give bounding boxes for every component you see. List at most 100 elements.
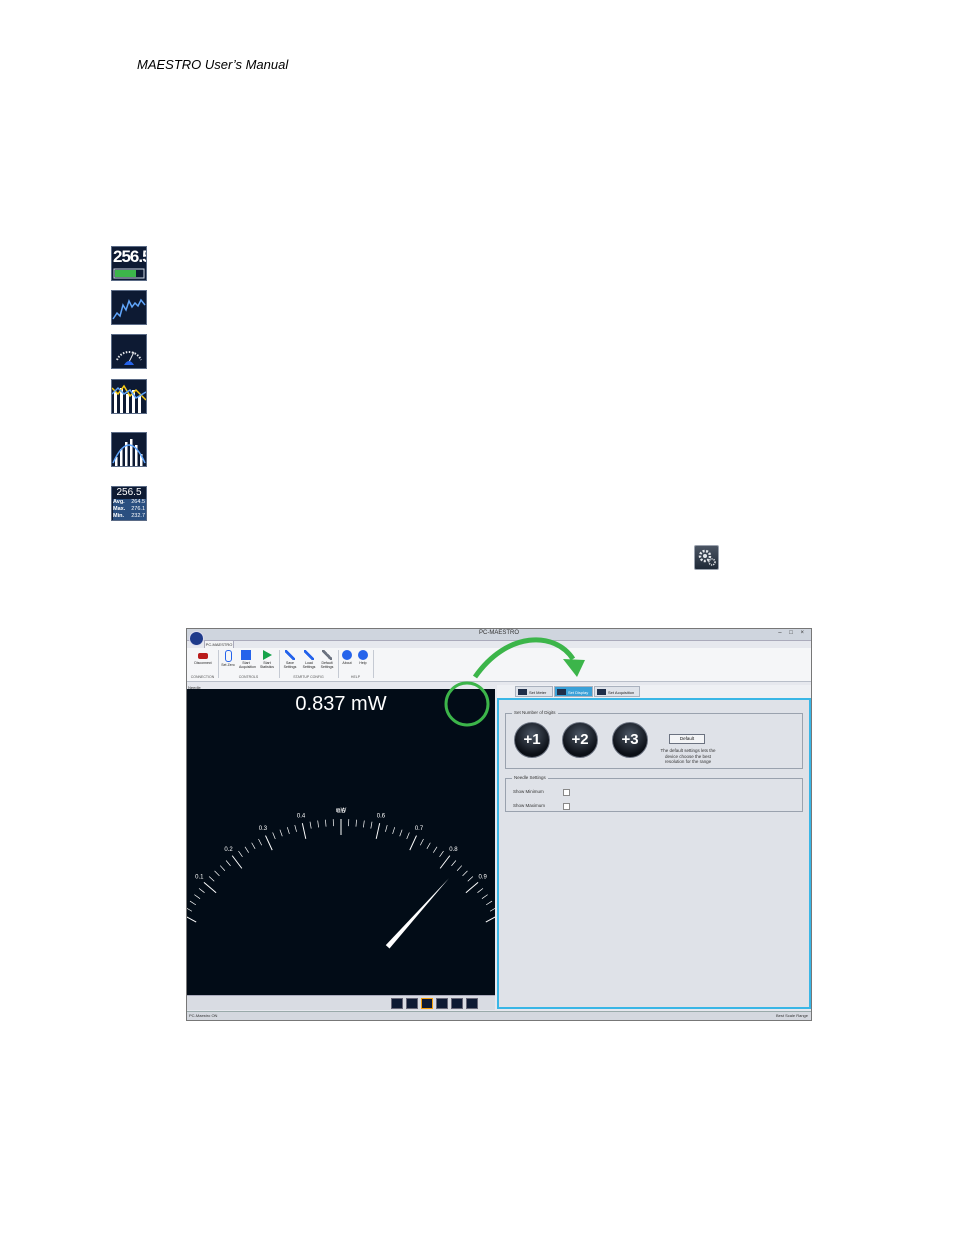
statistics-mode-button[interactable]	[466, 998, 478, 1009]
needle-mode-button[interactable]	[421, 998, 433, 1009]
acquisition-icon	[241, 650, 251, 660]
load-settings-button[interactable]: Load Settings	[302, 650, 316, 669]
add-three-digits-button[interactable]: +3	[612, 722, 648, 758]
gauge-tick-marks	[187, 819, 495, 923]
settings-gear-icon	[694, 545, 719, 570]
wrench-icon	[304, 650, 314, 660]
distribution-icon	[111, 432, 147, 467]
gauge-tick	[462, 870, 468, 877]
tab-set-acquisition[interactable]: Set Acquisition	[594, 686, 640, 697]
needle-settings-group: Needle Settings Show Minimum Show Maximu…	[505, 775, 803, 812]
gauge-tick	[225, 860, 231, 867]
set-zero-button[interactable]: Set Zero	[221, 650, 235, 667]
gauge-tick	[477, 888, 484, 893]
power-reading: 0.837 mW	[295, 693, 387, 715]
gauge-unit-label: mW	[336, 808, 347, 814]
gauge-tick	[203, 881, 217, 894]
gauge-tick-label: 0.7	[415, 826, 424, 832]
pc-maestro-window: PC-MAESTRO – □ × PC-MAESTRO Disconnect S…	[186, 628, 812, 1021]
gauge-tick	[189, 900, 197, 906]
show-maximum-checkbox[interactable]	[563, 803, 570, 810]
gauge-tick	[456, 865, 463, 871]
window-title: PC-MAESTRO	[478, 630, 519, 636]
help-button[interactable]: Help	[356, 650, 370, 665]
ribbon-group-label: HELP	[350, 675, 361, 679]
wrench-icon	[285, 650, 295, 660]
wrench-icon	[322, 650, 332, 660]
show-minimum-label: Show Minimum	[513, 789, 544, 794]
default-digits-button[interactable]: Default	[669, 734, 705, 744]
ribbon-group-label: CONNECTION	[190, 675, 215, 679]
play-icon	[262, 650, 272, 660]
gauge-tick	[419, 838, 424, 846]
gauge-tick	[238, 850, 243, 858]
window-controls[interactable]: – □ ×	[778, 630, 807, 636]
gauge-tick	[294, 824, 297, 832]
status-left: PC-Maestro ON	[189, 1013, 218, 1018]
gauge-tick-label: 0.6	[377, 813, 386, 819]
distribution-mode-button[interactable]	[451, 998, 463, 1009]
show-minimum-checkbox[interactable]	[563, 789, 570, 796]
gauge-tick	[432, 846, 438, 853]
gauge-tick	[465, 881, 479, 894]
graph-mode-button[interactable]	[406, 998, 418, 1009]
gauge-tick	[385, 824, 388, 832]
gauge-needle	[385, 878, 449, 949]
gauge-tick	[187, 916, 197, 923]
disconnect-icon	[198, 653, 208, 659]
window-titlebar: PC-MAESTRO – □ ×	[187, 629, 811, 641]
default-digits-note: The default settings lets the device cho…	[660, 748, 716, 764]
gauge-tick	[325, 819, 327, 827]
digits-group: Set Number of Digits +1 +2 +3 Default Th…	[505, 710, 803, 769]
stats-avg-row: Avg. 264.5	[113, 499, 146, 506]
display-mode-bar	[187, 995, 495, 1010]
start-statistics-button[interactable]: Start Statistics	[260, 650, 274, 669]
gauge-tick	[375, 823, 381, 839]
digits-group-legend: Set Number of Digits	[512, 710, 558, 715]
needle-gauge: 0.00.10.20.30.40.50.60.70.80.91.0 mW	[187, 808, 495, 949]
bar-graph-shape	[113, 268, 145, 279]
info-icon	[342, 650, 352, 660]
gauge-tick	[355, 819, 357, 827]
ribbon-toolbar: Disconnect Set Zero Start Acquisition St…	[187, 648, 811, 682]
gauge-tick	[485, 900, 493, 906]
display-settings-content: Set Number of Digits +1 +2 +3 Default Th…	[497, 698, 811, 1009]
needle-settings-legend: Needle Settings	[512, 775, 548, 780]
gauge-tick	[392, 827, 396, 834]
gauge-tick	[481, 894, 488, 899]
save-settings-button[interactable]: Save Settings	[283, 650, 297, 669]
gauge-tick	[406, 832, 410, 840]
gauge-tick-label: 0.4	[297, 813, 306, 819]
help-icon	[358, 650, 368, 660]
gauge-tick	[317, 820, 319, 828]
add-one-digit-button[interactable]: +1	[514, 722, 550, 758]
disconnect-button[interactable]: Disconnect	[193, 650, 213, 665]
gauge-tick	[309, 821, 312, 829]
digital-mode-button[interactable]	[391, 998, 403, 1009]
line-graph-icon	[111, 290, 147, 325]
gauge-tick	[409, 835, 417, 851]
needle-display-panel: 0.00.10.20.30.40.50.60.70.80.91.0 mW 0.8…	[187, 689, 495, 995]
histogram-mode-button[interactable]	[436, 998, 448, 1009]
add-two-digits-button[interactable]: +2	[562, 722, 598, 758]
gauge-tick	[219, 865, 226, 871]
gauge-tick	[194, 894, 201, 899]
app-menu-button[interactable]	[189, 631, 204, 646]
gauge-tick	[489, 907, 495, 912]
start-acquisition-button[interactable]: Start Acquisition	[239, 650, 256, 669]
gauge-tick	[286, 827, 290, 834]
stats-min-row: Min. 232.7	[113, 513, 146, 520]
ribbon-group-label: STARTUP CONFIG	[293, 675, 324, 679]
stats-value: 256.5	[116, 487, 142, 498]
gauge-tick-label: 0.8	[449, 847, 458, 853]
histogram-icon	[111, 379, 147, 414]
tab-set-display[interactable]: Set Display	[554, 686, 593, 697]
gauge-tick	[439, 850, 444, 858]
gauge-tick	[214, 870, 220, 877]
about-button[interactable]: About	[340, 650, 354, 665]
digital-display-icon: 256.5	[111, 246, 147, 281]
settings-panel: Set Meter Set Display Set Acquisition Se…	[497, 685, 811, 1009]
default-settings-button[interactable]: Default Settings	[320, 650, 334, 669]
tab-set-meter[interactable]: Set Meter	[515, 686, 553, 697]
gauge-tick	[467, 876, 474, 882]
